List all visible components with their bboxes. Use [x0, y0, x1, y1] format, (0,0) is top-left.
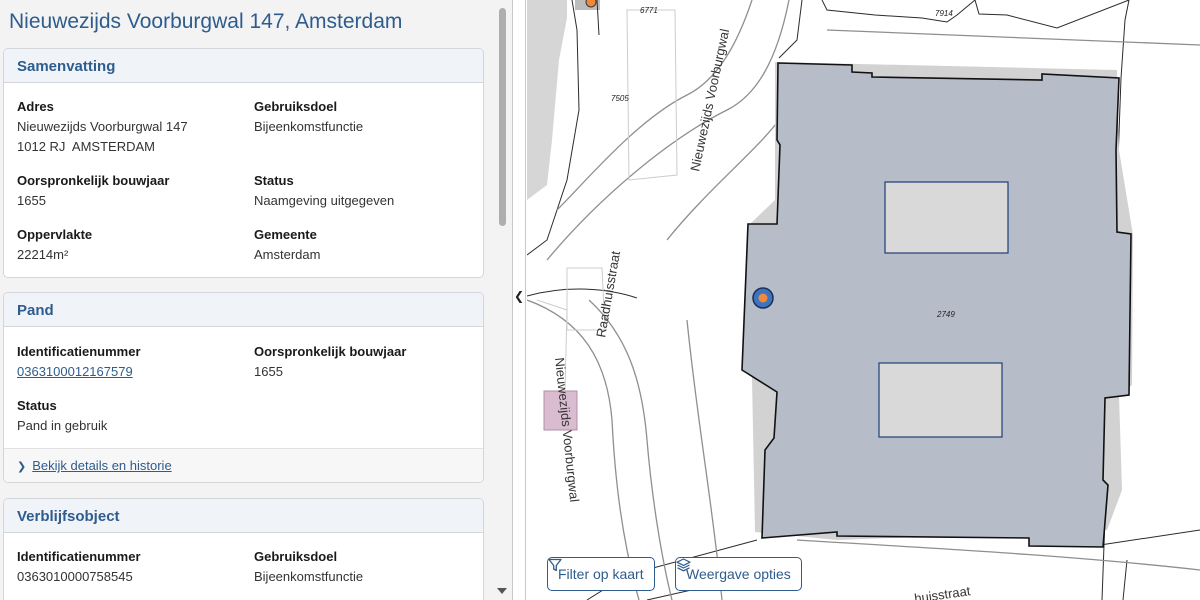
- use-value: Bijeenkomstfunctie: [254, 119, 364, 134]
- address-marker-icon[interactable]: [585, 0, 597, 8]
- parcel-label: 6771: [640, 6, 658, 15]
- map-view[interactable]: 6771 7914 7505 2749 Nieuwezijds Voorburg…: [527, 0, 1200, 600]
- residence-use-field: Gebruiksdoel Bijeenkomstfunctie: [254, 547, 483, 587]
- address-line1: Nieuwezijds Voorburgwal 147: [17, 119, 188, 134]
- residence-id-field: Identificatienummer 0363010000758545: [17, 547, 247, 587]
- residence-card: Verblijfsobject Identificatienummer 0363…: [3, 498, 484, 600]
- status-value: Naamgeving uitgegeven: [254, 193, 395, 208]
- street-label: huisstraat: [913, 583, 971, 600]
- municipality-field: Gemeente Amsterdam: [254, 225, 483, 265]
- summary-header: Samenvatting: [4, 49, 483, 83]
- status-label: Status: [254, 173, 294, 188]
- street-label: Raadhuisstraat: [593, 249, 623, 338]
- building-status-field: Status Pand in gebruik: [17, 396, 247, 436]
- use-label: Gebruiksdoel: [254, 99, 338, 114]
- area-value: 22214m²: [17, 247, 69, 262]
- summary-card: Samenvatting Adres Nieuwezijds Voorburgw…: [3, 48, 484, 278]
- residence-header: Verblijfsobject: [4, 499, 483, 533]
- address-marker-dot: [758, 293, 768, 303]
- address-field: Adres Nieuwezijds Voorburgwal 147 1012 R…: [17, 97, 247, 157]
- building-id-label: Identificatienummer: [17, 344, 141, 359]
- chevron-left-icon: ❮: [513, 289, 525, 303]
- building-status-label: Status: [17, 398, 57, 413]
- status-field: Status Naamgeving uitgegeven: [254, 171, 483, 211]
- detail-panel: Nieuwezijds Voorburgwal 147, Amsterdam S…: [0, 0, 512, 600]
- filter-icon: [548, 558, 562, 572]
- residence-use-value: Bijeenkomstfunctie: [254, 569, 364, 584]
- parcel-label: 7914: [935, 9, 953, 18]
- residence-id-label: Identificatienummer: [17, 549, 141, 564]
- building-details-footer: ❯ Bekijk details en historie: [4, 448, 483, 482]
- building-built-value: 1655: [254, 364, 283, 379]
- municipality-value: Amsterdam: [254, 247, 321, 262]
- building-id-link[interactable]: 0363100012167579: [17, 364, 133, 379]
- built-year-value: 1655: [17, 193, 46, 208]
- residence-id-value: 0363010000758545: [17, 569, 133, 584]
- use-field: Gebruiksdoel Bijeenkomstfunctie: [254, 97, 483, 137]
- parcel-label: 2749: [936, 310, 955, 319]
- filter-map-label: Filter op kaart: [558, 566, 644, 582]
- chevron-right-icon: ❯: [17, 461, 27, 473]
- courtyard-south: [878, 362, 1003, 438]
- building-id-field: Identificatienummer 0363100012167579: [17, 342, 247, 382]
- residence-use-label: Gebruiksdoel: [254, 549, 338, 564]
- filter-map-button[interactable]: Filter op kaart: [547, 557, 655, 591]
- details-history-link[interactable]: Bekijk details en historie: [32, 458, 171, 473]
- selected-building[interactable]: [741, 62, 1132, 548]
- built-year-field: Oorspronkelijk bouwjaar 1655: [17, 171, 247, 211]
- address-line2: 1012 RJ AMSTERDAM: [17, 139, 155, 154]
- area-field: Oppervlakte 22214m²: [17, 225, 247, 265]
- parcel-label: 7505: [611, 94, 629, 103]
- collapse-panel-button[interactable]: ❮: [512, 288, 526, 304]
- courtyard-north: [884, 181, 1009, 254]
- municipality-label: Gemeente: [254, 227, 317, 242]
- address-label: Adres: [17, 99, 54, 114]
- area-label: Oppervlakte: [17, 227, 93, 242]
- layers-icon: [676, 558, 691, 572]
- panel-scrollbar[interactable]: [499, 8, 506, 226]
- building-status-value: Pand in gebruik: [17, 418, 108, 433]
- page-title: Nieuwezijds Voorburgwal 147, Amsterdam: [9, 10, 403, 33]
- map-block: [527, 0, 567, 200]
- scroll-down-icon[interactable]: [497, 588, 507, 594]
- building-built-field: Oorspronkelijk bouwjaar 1655: [254, 342, 483, 382]
- map-canvas[interactable]: 6771 7914 7505 2749 Nieuwezijds Voorburg…: [527, 0, 1200, 600]
- building-card: Pand Identificatienummer 036310001216757…: [3, 292, 484, 483]
- street-label: Nieuwezijds Voorburgwal: [687, 27, 732, 172]
- building-built-label: Oorspronkelijk bouwjaar: [254, 344, 407, 359]
- building-header: Pand: [4, 293, 483, 327]
- display-options-button[interactable]: Weergave opties: [675, 557, 802, 591]
- display-options-label: Weergave opties: [686, 566, 791, 582]
- built-year-label: Oorspronkelijk bouwjaar: [17, 173, 170, 188]
